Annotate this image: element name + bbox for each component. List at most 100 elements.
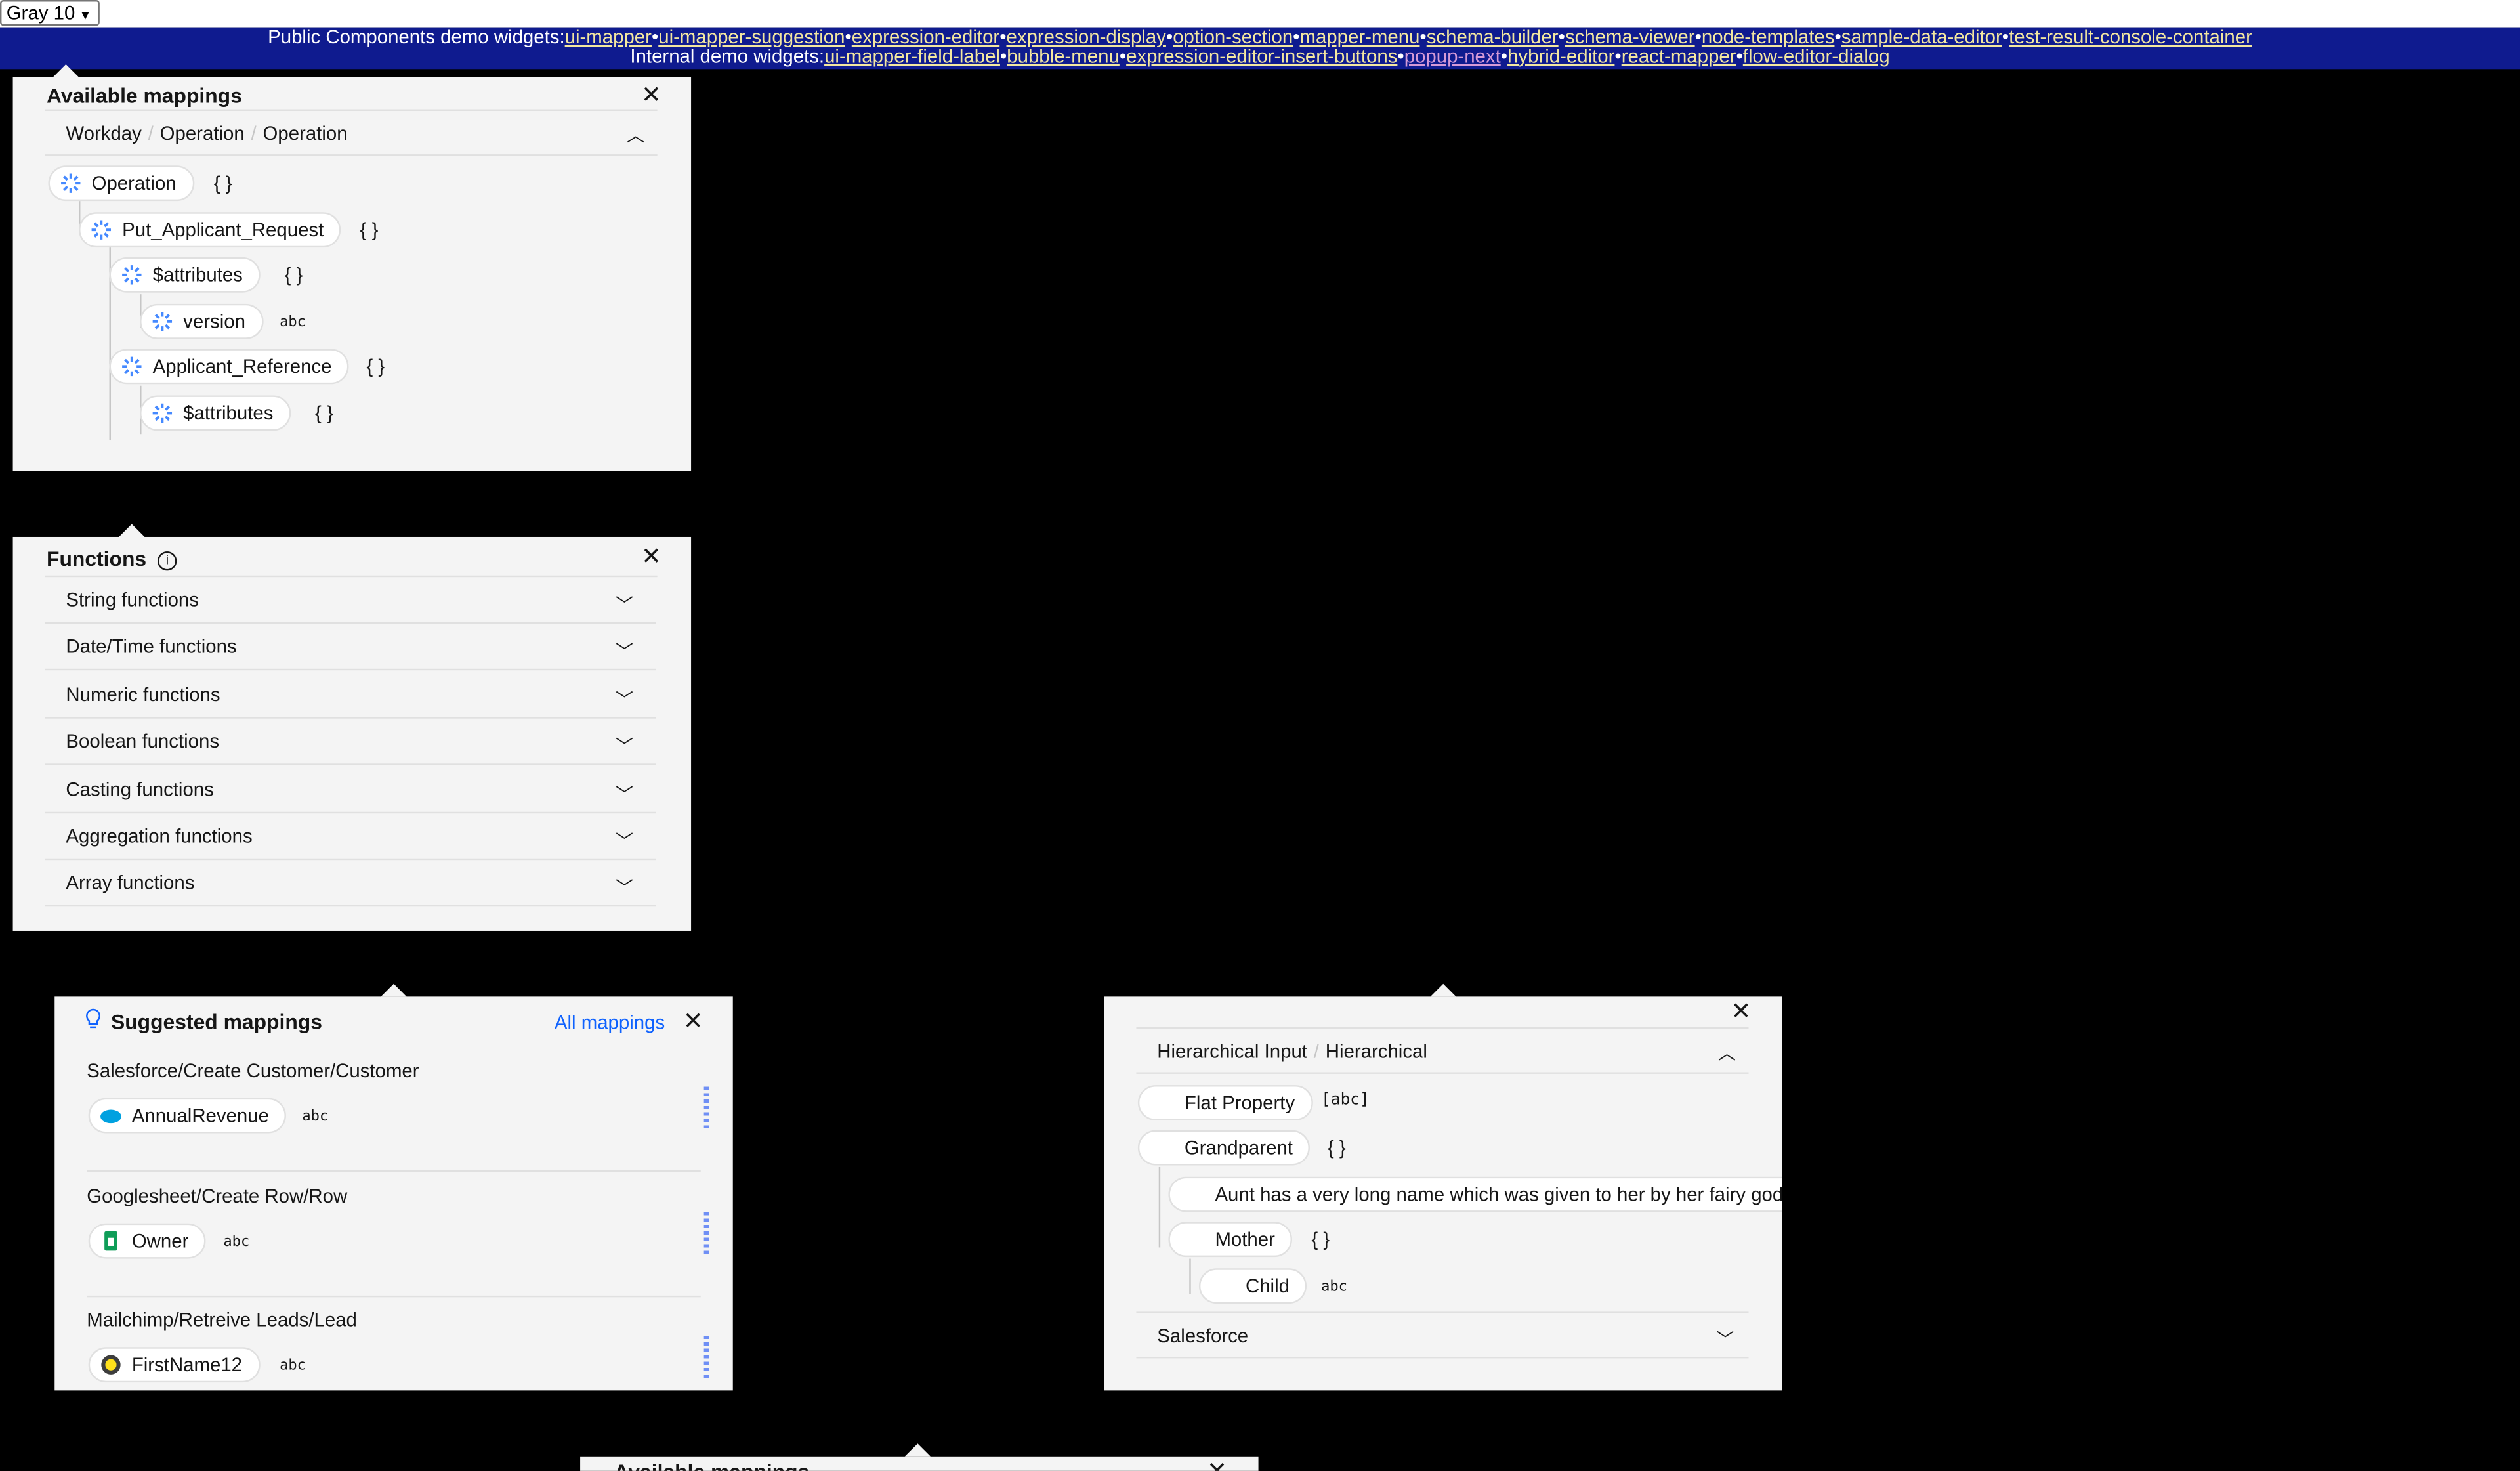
theme-select[interactable]: Gray 10 ▼ xyxy=(0,0,100,26)
panel-title: Suggested mappings xyxy=(110,1009,322,1034)
function-category-label: Aggregation functions xyxy=(66,824,253,847)
suggestion-source: Salesforce/Create Customer/Customer xyxy=(87,1059,419,1082)
type-label: { } xyxy=(360,219,379,242)
internal-links: ui-mapper-field-label•bubble-menu•expres… xyxy=(824,44,1890,66)
close-icon[interactable]: ✕ xyxy=(641,83,662,108)
function-category-label: Casting functions xyxy=(66,777,214,800)
node-icon xyxy=(151,310,173,333)
suggestion-source: Googlesheet/Create Row/Row xyxy=(87,1184,348,1208)
suggestion-field[interactable]: Owner xyxy=(88,1223,207,1259)
type-label: abc xyxy=(280,1358,306,1375)
schema-node-attributes[interactable]: $attributes xyxy=(140,395,291,431)
tree-line xyxy=(1158,1166,1161,1248)
divider xyxy=(87,1170,701,1172)
suggested-mappings-panel: Suggested mappings All mappings ✕ Salesf… xyxy=(54,996,733,1391)
popover-arrow xyxy=(381,983,407,997)
suggestion-field[interactable]: AnnualRevenue xyxy=(88,1098,287,1134)
function-category-label: Numeric functions xyxy=(66,683,220,706)
schema-node-child[interactable]: Child xyxy=(1198,1268,1307,1304)
schema-node-mother[interactable]: Mother xyxy=(1168,1222,1293,1258)
function-category-label: String functions xyxy=(66,588,199,611)
info-icon[interactable]: i xyxy=(158,551,177,571)
type-label: { } xyxy=(213,172,232,195)
schema-node-applicant-reference[interactable]: Applicant_Reference xyxy=(109,349,350,385)
theme-bar: Gray 10 ▼ xyxy=(0,0,2520,28)
schema-node-aunt[interactable]: Aunt has a very long name which was give… xyxy=(1168,1176,1782,1212)
function-category[interactable]: Date/Time functions ﹀ xyxy=(45,624,656,672)
breadcrumb-item: Operation xyxy=(262,121,348,144)
all-mappings-link[interactable]: All mappings xyxy=(555,1011,665,1033)
internal-link-bubble-menu[interactable]: bubble-menu xyxy=(1007,44,1120,66)
breadcrumb-item: Hierarchical Input xyxy=(1157,1039,1307,1062)
chevron-up-icon[interactable]: ︿ xyxy=(1718,1040,1736,1066)
popover-arrow xyxy=(119,524,145,537)
schema-node-attributes[interactable]: $attributes xyxy=(109,257,261,293)
chevron-down-icon: ▼ xyxy=(79,8,92,23)
internal-widgets-row: Internal demo widgets:ui-mapper-field-la… xyxy=(630,44,1890,67)
section-salesforce[interactable]: Salesforce ﹀ xyxy=(1136,1311,1749,1359)
schema-node-operation[interactable]: Operation xyxy=(48,165,194,202)
type-label: { } xyxy=(1311,1228,1330,1251)
close-icon[interactable]: ✕ xyxy=(1731,1000,1752,1024)
close-icon[interactable]: ✕ xyxy=(683,1010,704,1034)
drag-handle[interactable] xyxy=(704,1086,709,1130)
schema-node-put-applicant-request[interactable]: Put_Applicant_Request xyxy=(79,212,342,248)
function-category[interactable]: Numeric functions ﹀ xyxy=(45,672,656,719)
chevron-down-icon[interactable]: ﹀ xyxy=(1717,1326,1734,1352)
googlesheet-icon xyxy=(100,1229,122,1252)
chevron-down-icon: ﹀ xyxy=(615,738,633,757)
internal-link-flow-editor-dialog[interactable]: flow-editor-dialog xyxy=(1743,44,1890,66)
type-label: abc xyxy=(302,1109,329,1126)
demo-banner: Public Components demo widgets:ui-mapper… xyxy=(0,28,2520,70)
internal-link-ui-mapper-field-label[interactable]: ui-mapper-field-label xyxy=(824,44,1000,66)
separator: • xyxy=(1119,44,1127,67)
public-link-test-result-console-container[interactable]: test-result-console-container xyxy=(2009,26,2252,48)
function-category[interactable]: Array functions ﹀ xyxy=(45,861,656,908)
function-category[interactable]: Aggregation functions ﹀ xyxy=(45,813,656,861)
chevron-up-icon[interactable]: ︿ xyxy=(627,122,644,148)
available-mappings-panel: Available mappings ✕ Workday / Operation /… xyxy=(12,77,692,471)
breadcrumb[interactable]: Hierarchical Input / Hierarchical ︿ xyxy=(1136,1027,1749,1074)
node-icon xyxy=(60,172,82,194)
drag-handle[interactable] xyxy=(704,1212,709,1256)
hierarchical-panel: ✕ Hierarchical Input / Hierarchical ︿ Fla… xyxy=(1104,996,1782,1391)
schema-node-flat-property[interactable]: Flat Property xyxy=(1137,1085,1313,1120)
function-category[interactable]: Boolean functions ﹀ xyxy=(45,719,656,766)
function-category[interactable]: String functions ﹀ xyxy=(45,577,656,624)
separator: • xyxy=(1614,44,1622,67)
chevron-down-icon: ﹀ xyxy=(615,691,633,710)
function-category-label: Date/Time functions xyxy=(66,635,237,658)
close-icon[interactable]: ✕ xyxy=(1207,1460,1227,1471)
chevron-down-icon: ﹀ xyxy=(615,785,633,805)
chevron-down-icon: ﹀ xyxy=(615,643,633,663)
internal-link-expression-editor-insert-buttons[interactable]: expression-editor-insert-buttons xyxy=(1126,44,1397,66)
available-mappings-panel-bottom: Available mappings ✕ xyxy=(580,1456,1259,1471)
divider xyxy=(87,1295,701,1298)
type-label: abc xyxy=(280,315,306,331)
node-icon xyxy=(151,402,173,424)
type-label: { } xyxy=(315,402,333,425)
type-label: abc xyxy=(223,1234,250,1251)
type-label: { } xyxy=(1327,1136,1346,1159)
drag-handle[interactable] xyxy=(704,1336,709,1380)
close-icon[interactable]: ✕ xyxy=(641,545,662,569)
salesforce-icon xyxy=(100,1104,122,1126)
internal-link-react-mapper[interactable]: react-mapper xyxy=(1622,44,1736,66)
chevron-down-icon: ﹀ xyxy=(615,832,633,852)
suggestion-field[interactable]: FirstName12 xyxy=(88,1347,260,1383)
mailchimp-icon xyxy=(100,1354,122,1376)
function-category[interactable]: Casting functions ﹀ xyxy=(45,766,656,813)
breadcrumb[interactable]: Workday / Operation / Operation ︿ xyxy=(45,109,658,156)
suggestion-source: Mailchimp/Retreive Leads/Lead xyxy=(87,1308,357,1331)
popover-arrow xyxy=(1430,983,1456,997)
panel-title: Available mappings xyxy=(47,83,242,108)
internal-link-popup-next[interactable]: popup-next xyxy=(1404,44,1501,66)
schema-node-grandparent[interactable]: Grandparent xyxy=(1137,1130,1311,1166)
internal-link-hybrid-editor[interactable]: hybrid-editor xyxy=(1507,44,1614,66)
schema-node-version[interactable]: version xyxy=(140,303,263,339)
separator: • xyxy=(1500,44,1508,67)
type-label: [abc] xyxy=(1321,1091,1370,1109)
panel-title: Functions i xyxy=(47,547,177,571)
type-label: abc xyxy=(1321,1279,1347,1296)
breadcrumb-item: Workday xyxy=(66,121,142,144)
